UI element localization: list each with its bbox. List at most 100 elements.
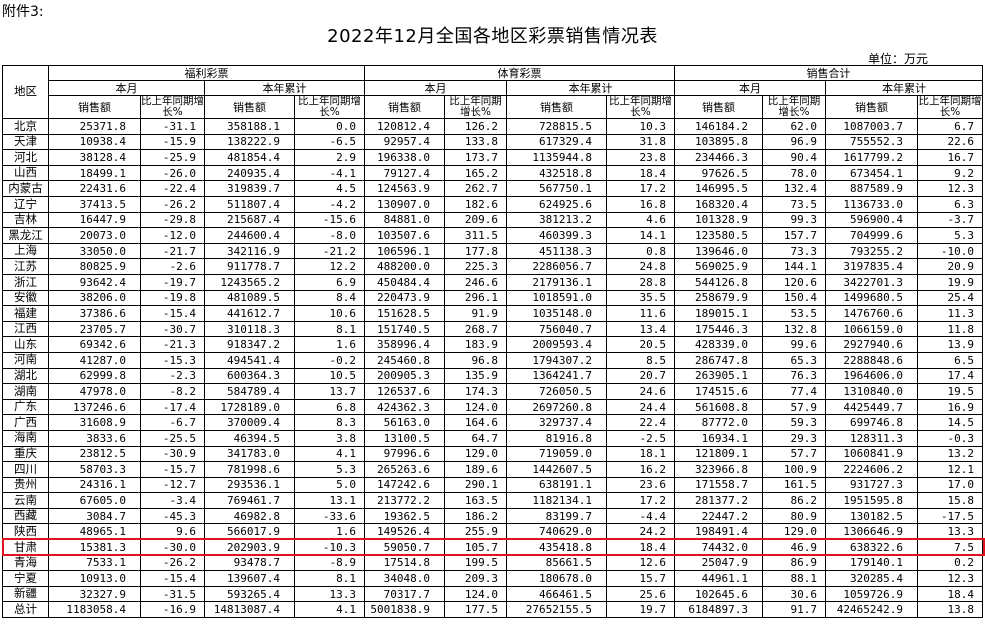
welfare-ytd-yoy: -4.1	[294, 164, 365, 182]
welfare-ytd-sales: 341783.0	[204, 445, 295, 463]
total-month-yoy: 57.9	[762, 398, 826, 416]
total-month-sales: 175446.3	[674, 320, 763, 338]
welfare-month-yoy: 9.6	[140, 523, 205, 541]
sports-ytd-sales: 719059.0	[506, 445, 607, 463]
welfare-ytd-yoy: -21.2	[294, 242, 365, 260]
sports-month-yoy: 135.9	[444, 367, 507, 385]
welfare-month-sales: 38128.4	[48, 149, 141, 166]
total-month-sales: 323966.8	[674, 461, 763, 478]
total-month-sales: 103895.8	[674, 133, 763, 151]
total-ytd-sales: 1136733.0	[825, 196, 918, 213]
total-month-sales: 16934.1	[674, 429, 763, 447]
sports-ytd-yoy: 24.4	[606, 398, 675, 416]
total-ytd-sales: 3422701.3	[825, 273, 918, 291]
sports-month-yoy: 246.6	[444, 273, 507, 291]
sports-month-yoy: 124.0	[444, 585, 507, 603]
region-cell: 重庆	[2, 445, 49, 463]
sports-ytd-sales: 435418.8	[506, 539, 607, 556]
sports-ytd-sales: 451138.3	[506, 242, 607, 260]
sports-ytd-yoy: 35.5	[606, 289, 675, 307]
sports-ytd-yoy: 12.6	[606, 554, 675, 572]
welfare-ytd-yoy: 0.0	[294, 118, 365, 135]
sports-ytd-yoy: 20.7	[606, 367, 675, 385]
welfare-month-sales: 38206.0	[48, 289, 141, 307]
sports-ytd-yoy: 17.2	[606, 492, 675, 509]
total-ytd-sales: 931727.3	[825, 476, 918, 494]
welfare-ytd-sales: 593265.4	[204, 585, 295, 603]
welfare-ytd-yoy: 4.1	[294, 601, 365, 619]
region-header: 地区	[2, 64, 49, 120]
region-cell: 西藏	[2, 507, 49, 525]
welfare-month-sales: 24316.1	[48, 476, 141, 494]
welfare-ytd-sales: 370009.4	[204, 414, 295, 431]
welfare-ytd-sales: 769461.7	[204, 492, 295, 509]
region-cell: 山西	[2, 164, 49, 182]
welfare-month-yoy: -12.0	[140, 227, 205, 244]
welfare-month-sales: 20073.0	[48, 227, 141, 244]
total-month-sales: 22447.2	[674, 507, 763, 525]
welfare-month-sales: 62999.8	[48, 367, 141, 385]
sports-month-sales: 17514.8	[364, 554, 445, 572]
welfare-ytd-yoy: 8.1	[294, 570, 365, 587]
total-ytd-sales: 699746.8	[825, 414, 918, 431]
welfare-ytd-sales: 14813087.4	[204, 601, 295, 619]
region-cell: 宁夏	[2, 570, 49, 587]
welfare-ytd-sales: 139607.4	[204, 570, 295, 587]
region-cell: 辽宁	[2, 196, 49, 213]
table-row: 总计 1183058.4 -16.9 14813087.4 4.1 5001838.9 17…	[2, 601, 983, 619]
total-ytd-yoy: 6.3	[917, 196, 983, 213]
welfare-month-sales: 33050.0	[48, 242, 141, 260]
total-month-sales: 102645.6	[674, 585, 763, 603]
sports-month-yoy: 225.3	[444, 258, 507, 275]
welfare-ytd-yoy: 4.1	[294, 445, 365, 463]
welfare-month-sales: 58703.3	[48, 461, 141, 478]
total-ytd-yoy: 16.7	[917, 149, 983, 166]
welfare-ytd-yoy: 6.9	[294, 273, 365, 291]
welfare-month-yoy: -2.3	[140, 367, 205, 385]
welfare-month-yoy: -21.7	[140, 242, 205, 260]
sales-col-header: 销售额	[48, 94, 141, 120]
total-ytd-sales: 42465242.9	[825, 601, 918, 619]
welfare-month-sales: 3084.7	[48, 507, 141, 525]
table-row: 陕西 48965.1 9.6 566017.9 1.6 149526.4 255.9 7406…	[2, 523, 983, 541]
total-ytd-sales: 673454.1	[825, 164, 918, 182]
total-ytd-header: 本年累计	[825, 80, 983, 96]
sales-col-header: 销售额	[825, 94, 918, 120]
welfare-ytd-sales: 215687.4	[204, 211, 295, 229]
total-ytd-sales: 130182.5	[825, 507, 918, 525]
sports-ytd-yoy: 25.6	[606, 585, 675, 603]
total-month-sales: 168320.4	[674, 196, 763, 213]
total-month-yoy: 62.0	[762, 118, 826, 135]
total-ytd-sales: 4425449.7	[825, 398, 918, 416]
table-row: 山东 69342.6 -21.3 918347.2 1.6 358996.4 183.9 20…	[2, 336, 983, 353]
total-month-sales: 146995.5	[674, 180, 763, 197]
welfare-ytd-yoy: 3.8	[294, 429, 365, 447]
total-ytd-sales: 887589.9	[825, 180, 918, 197]
sports-ytd-sales: 728815.5	[506, 118, 607, 135]
sports-month-yoy: 96.8	[444, 351, 507, 369]
total-ytd-sales: 179140.1	[825, 554, 918, 572]
welfare-month-sales: 47978.0	[48, 383, 141, 400]
region-cell: 内蒙古	[2, 180, 49, 197]
total-month-sales: 44961.1	[674, 570, 763, 587]
sports-ytd-sales: 2697260.8	[506, 398, 607, 416]
sports-month-sales: 220473.9	[364, 289, 445, 307]
welfare-ytd-sales: 781998.6	[204, 461, 295, 478]
sports-month-sales: 196338.0	[364, 149, 445, 166]
sports-ytd-sales: 466461.5	[506, 585, 607, 603]
welfare-month-yoy: -21.3	[140, 336, 205, 353]
table-row: 天津 10938.4 -15.9 138222.9 -6.5 92957.4 133.8 61…	[2, 133, 983, 151]
total-month-sales: 428339.0	[674, 336, 763, 353]
sports-month-sales: 92957.4	[364, 133, 445, 151]
region-cell: 江苏	[2, 258, 49, 275]
total-ytd-yoy: 19.5	[917, 383, 983, 400]
sports-month-sales: 34048.0	[364, 570, 445, 587]
total-ytd-yoy: -3.7	[917, 211, 983, 229]
total-ytd-yoy: 11.3	[917, 305, 983, 322]
welfare-ytd-sales: 240935.4	[204, 164, 295, 182]
sports-ytd-yoy: 24.6	[606, 383, 675, 400]
sports-month-yoy: 91.9	[444, 305, 507, 322]
total-month-yoy: 91.7	[762, 601, 826, 619]
sales-col-header: 销售额	[674, 94, 763, 120]
welfare-month-sales: 80825.9	[48, 258, 141, 275]
